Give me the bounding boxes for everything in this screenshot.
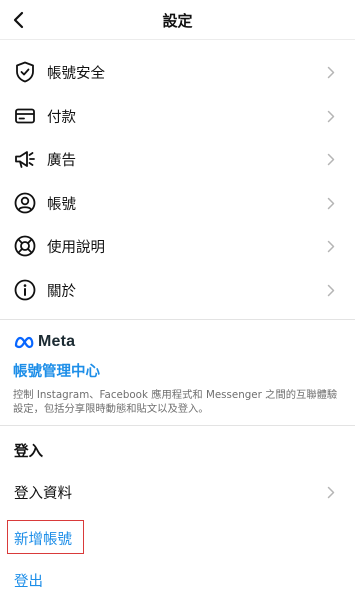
menu-item-ads[interactable]: 廣告	[0, 139, 355, 179]
divider	[0, 319, 355, 320]
header: 設定	[0, 0, 355, 40]
menu-item-label: 付款	[47, 109, 76, 126]
chevron-right-icon	[321, 240, 341, 253]
info-icon	[12, 277, 38, 303]
menu-item-help[interactable]: 使用說明	[0, 226, 355, 266]
menu-item-label: 廣告	[47, 152, 76, 169]
add-account-button[interactable]: 新增帳號	[14, 528, 72, 549]
menu-item-label: 關於	[47, 283, 76, 300]
menu-item-label: 帳號	[47, 196, 76, 213]
lifebuoy-icon	[12, 233, 38, 259]
login-section-title: 登入	[14, 444, 43, 460]
menu-item-security[interactable]: 帳號安全	[0, 52, 355, 92]
logout-button[interactable]: 登出	[14, 570, 43, 591]
menu-item-login-info[interactable]: 登入資料	[0, 472, 355, 512]
menu-item-about[interactable]: 關於	[0, 270, 355, 310]
accounts-center-description: 控制 Instagram、Facebook 應用程式和 Messenger 之間…	[13, 389, 338, 415]
page-title: 設定	[162, 12, 193, 30]
chevron-right-icon	[321, 197, 341, 210]
user-circle-icon	[12, 190, 38, 216]
menu-item-payments[interactable]: 付款	[0, 96, 355, 136]
chevron-right-icon	[321, 486, 341, 499]
menu-item-label: 登入資料	[14, 485, 72, 502]
meta-wordmark: Meta	[38, 333, 76, 350]
shield-check-icon	[12, 59, 38, 85]
chevron-right-icon	[321, 110, 341, 123]
meta-logo: Meta	[13, 333, 75, 351]
chevron-right-icon	[321, 284, 341, 297]
menu-item-label: 帳號安全	[47, 65, 105, 82]
megaphone-icon	[12, 146, 38, 172]
accounts-center-link[interactable]: 帳號管理中心	[13, 360, 100, 381]
chevron-right-icon	[321, 153, 341, 166]
menu-item-account[interactable]: 帳號	[0, 183, 355, 223]
meta-infinity-icon	[14, 336, 34, 349]
chevron-right-icon	[321, 66, 341, 79]
credit-card-icon	[12, 103, 38, 129]
menu-item-label: 使用說明	[47, 239, 105, 256]
divider	[0, 425, 355, 426]
